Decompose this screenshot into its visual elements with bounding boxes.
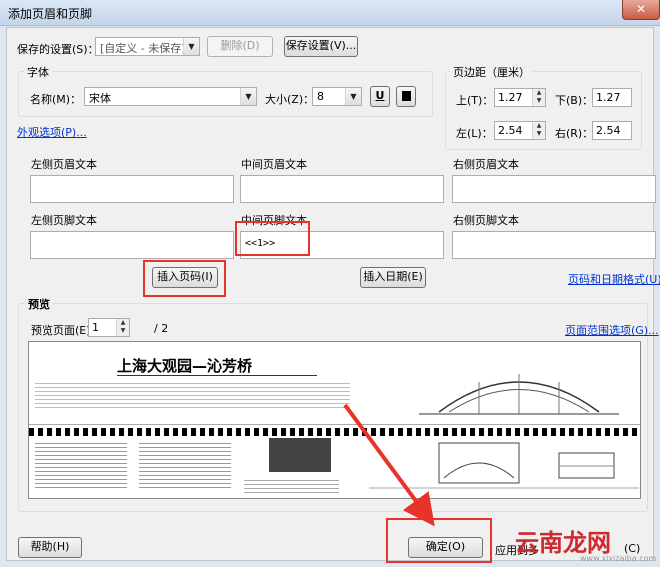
preview-page-total: / 2 [154, 322, 169, 335]
left-footer-label: 左侧页脚文本 [31, 214, 97, 227]
underline-icon: U [375, 89, 385, 102]
delete-button[interactable]: 删除(D) [207, 36, 273, 57]
save-settings-button[interactable]: 保存设置(V)... [284, 36, 358, 57]
page-range-options-link[interactable]: 页面范围选项(G)... [565, 322, 659, 338]
preview-caption-lines [244, 477, 339, 495]
chevron-down-icon: ▼ [345, 88, 361, 105]
margin-bottom-label: 下(B)： [555, 94, 594, 107]
right-footer-label: 右侧页脚文本 [453, 214, 519, 227]
appearance-options-link[interactable]: 外观选项(P)... [17, 124, 87, 140]
bridge-elevation-drawing [369, 442, 639, 489]
highlight-box-footer [235, 221, 310, 256]
center-header-label: 中间页眉文本 [241, 158, 307, 171]
margin-top-spinner[interactable]: 1.27 ▲ ▼ [494, 88, 546, 107]
preview-page-value: 1 [92, 321, 99, 334]
chevron-down-icon: ▼ [240, 88, 256, 105]
margin-right-label: 右(R)： [555, 127, 594, 140]
preview-photo [269, 438, 331, 472]
preview-page-1: 上海大观园—沁芳桥 [29, 342, 640, 425]
preview-text-col-2 [139, 440, 231, 490]
highlight-box-insert [143, 260, 226, 297]
title-bar: 添加页眉和页脚 ✕ [0, 0, 660, 26]
font-size-select[interactable]: 8 ▼ [312, 87, 362, 106]
highlight-box-ok [386, 518, 492, 563]
bridge-drawing [419, 374, 619, 415]
margin-left-spinner[interactable]: 2.54 ▲ ▼ [494, 121, 546, 140]
spinner-arrows-icon: ▲ ▼ [116, 319, 129, 336]
margin-right-spinner[interactable]: 2.54 [592, 121, 632, 140]
page-date-format-link[interactable]: 页码和日期格式(U)... [568, 271, 660, 287]
font-name-label: 名称(M)： [30, 93, 82, 106]
color-swatch-icon [402, 91, 411, 101]
close-icon: ✕ [635, 2, 647, 16]
right-header-input[interactable] [452, 175, 656, 203]
left-footer-input[interactable] [30, 231, 234, 259]
font-size-label: 大小(Z)： [265, 93, 315, 106]
preview-text-col-1 [35, 440, 127, 490]
chevron-down-icon: ▼ [183, 38, 199, 55]
preview-page-spinner[interactable]: 1 ▲ ▼ [88, 318, 130, 337]
watermark-logo: 云南龙网 [515, 529, 611, 557]
font-name-select[interactable]: 宋体 ▼ [84, 87, 257, 106]
left-header-label: 左侧页眉文本 [31, 158, 97, 171]
underline-button[interactable]: U [370, 86, 390, 107]
margin-top-label: 上(T)： [456, 94, 494, 107]
preview-page-label: 预览页面(E) [31, 324, 91, 337]
spinner-arrows-icon: ▲ ▼ [532, 122, 545, 139]
preview-group-title: 预览 [25, 296, 53, 312]
margin-right-value: 2.54 [596, 124, 621, 137]
margin-left-value: 2.54 [498, 124, 523, 137]
preview-doc-title: 上海大观园—沁芳桥 [117, 357, 253, 375]
preview-canvas: 上海大观园—沁芳桥 [28, 341, 641, 499]
margin-bottom-value: 1.27 [596, 91, 621, 104]
font-name-value: 宋体 [89, 92, 111, 105]
font-color-button[interactable] [396, 86, 416, 107]
preview-text-lines [35, 380, 350, 408]
right-footer-input[interactable] [452, 231, 656, 259]
center-header-input[interactable] [240, 175, 444, 203]
close-button[interactable]: ✕ [622, 0, 660, 20]
spinner-arrows-icon: ▲ ▼ [532, 89, 545, 106]
margin-top-value: 1.27 [498, 91, 523, 104]
margin-bottom-spinner[interactable]: 1.27 [592, 88, 632, 107]
right-header-label: 右侧页眉文本 [453, 158, 519, 171]
watermark-url: www.xixizaiba.com [580, 554, 657, 563]
font-size-value: 8 [317, 90, 324, 103]
saved-settings-label: 保存的设置(S)： [17, 43, 99, 56]
insert-date-button[interactable]: 插入日期(E) [360, 267, 426, 288]
help-button[interactable]: 帮助(H) [18, 537, 82, 558]
window-title: 添加页眉和页脚 [8, 7, 93, 21]
saved-settings-select[interactable]: [自定义 - 未保存] ▼ [95, 37, 200, 56]
left-header-input[interactable] [30, 175, 234, 203]
saved-settings-value: [自定义 - 未保存] [100, 42, 186, 55]
margin-group-title: 页边距（厘米） [450, 64, 533, 80]
font-group-title: 字体 [24, 64, 52, 80]
margin-left-label: 左(L)： [456, 127, 493, 140]
title-underline [117, 375, 317, 376]
preview-page-border [29, 428, 640, 436]
